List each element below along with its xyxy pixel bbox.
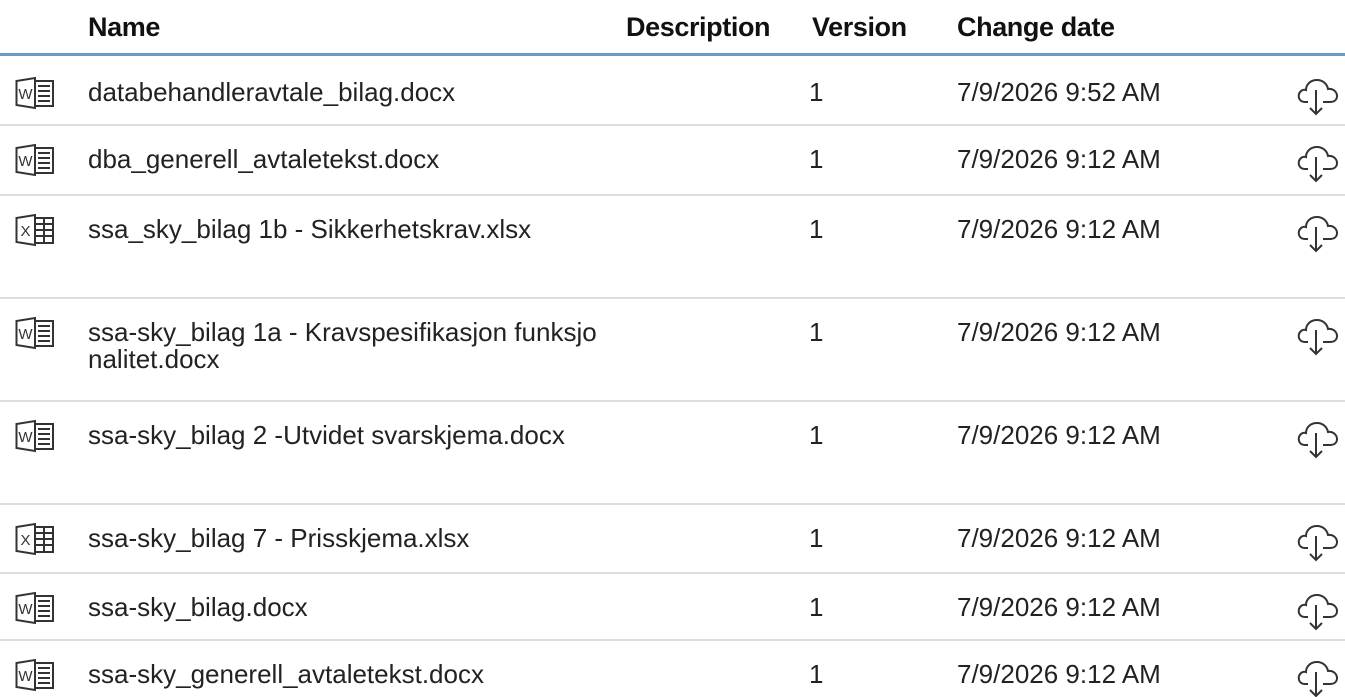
version-value: 1 xyxy=(809,317,824,347)
file-name-link[interactable]: ssa-sky_bilag.docx xyxy=(88,594,608,621)
column-header-name[interactable]: Name xyxy=(88,12,160,43)
column-header-version[interactable]: Version xyxy=(812,12,907,43)
svg-text:W: W xyxy=(18,326,33,343)
version-value: 1 xyxy=(809,77,824,107)
table-row[interactable]: W ssa-sky_bilag 1a - Kravspesifikasjon f… xyxy=(0,299,1345,402)
word-icon: W xyxy=(15,143,67,177)
change-date-value: 7/9/2026 9:52 AM xyxy=(957,77,1161,107)
cloud-download-icon[interactable] xyxy=(1296,76,1340,118)
cloud-download-icon[interactable] xyxy=(1296,419,1340,461)
svg-text:W: W xyxy=(18,668,33,685)
table-row[interactable]: W ssa-sky_generell_avtaletekst.docx 1 7/9/… xyxy=(0,641,1345,697)
version-value: 1 xyxy=(809,420,824,450)
svg-text:X: X xyxy=(20,223,30,240)
column-header-change-date[interactable]: Change date xyxy=(957,12,1115,43)
change-date-value: 7/9/2026 9:12 AM xyxy=(957,523,1161,553)
excel-icon: X xyxy=(15,213,67,247)
cloud-download-icon[interactable] xyxy=(1296,591,1340,633)
svg-text:W: W xyxy=(18,86,33,103)
table-row[interactable]: W ssa-sky_bilag.docx 1 7/9/2026 9:12 AM xyxy=(0,574,1345,641)
file-name-link[interactable]: ssa_sky_bilag 1b - Sikkerhetskrav.xlsx xyxy=(88,216,608,243)
column-header-description[interactable]: Description xyxy=(626,12,771,43)
excel-icon: X xyxy=(15,522,67,556)
svg-text:W: W xyxy=(18,429,33,446)
change-date-value: 7/9/2026 9:12 AM xyxy=(957,144,1161,174)
file-name-link[interactable]: ssa-sky_bilag 2 -Utvidet svarskjema.docx xyxy=(88,422,608,449)
cloud-download-icon[interactable] xyxy=(1296,522,1340,564)
word-icon: W xyxy=(15,316,67,350)
change-date-value: 7/9/2026 9:12 AM xyxy=(957,420,1161,450)
word-icon: W xyxy=(15,658,67,692)
change-date-value: 7/9/2026 9:12 AM xyxy=(957,214,1161,244)
version-value: 1 xyxy=(809,144,824,174)
version-value: 1 xyxy=(809,214,824,244)
cloud-download-icon[interactable] xyxy=(1296,213,1340,255)
word-icon: W xyxy=(15,419,67,453)
table-header: Name Description Version Change date xyxy=(0,0,1345,56)
svg-text:W: W xyxy=(18,153,33,170)
change-date-value: 7/9/2026 9:12 AM xyxy=(957,592,1161,622)
table-row[interactable]: W dba_generell_avtaletekst.docx 1 7/9/2026… xyxy=(0,126,1345,196)
file-name-link[interactable]: ssa-sky_bilag 7 - Prisskjema.xlsx xyxy=(88,525,608,552)
table-row[interactable]: W ssa-sky_bilag 2 -Utvidet svarskjema.do… xyxy=(0,402,1345,505)
cloud-download-icon[interactable] xyxy=(1296,143,1340,185)
word-icon: W xyxy=(15,76,67,110)
cloud-download-icon[interactable] xyxy=(1296,658,1340,697)
version-value: 1 xyxy=(809,523,824,553)
version-value: 1 xyxy=(809,659,824,689)
table-row[interactable]: X ssa_sky_bilag 1b - Sikkerhetskrav.xlsx… xyxy=(0,196,1345,299)
file-name-link[interactable]: ssa-sky_bilag 1a - Kravspesifikasjon fun… xyxy=(88,319,608,373)
cloud-download-icon[interactable] xyxy=(1296,316,1340,358)
file-name-link[interactable]: dba_generell_avtaletekst.docx xyxy=(88,146,608,173)
svg-text:W: W xyxy=(18,601,33,618)
table-row[interactable]: W databehandleravtale_bilag.docx 1 7/9/202… xyxy=(0,59,1345,126)
svg-text:X: X xyxy=(20,532,30,549)
change-date-value: 7/9/2026 9:12 AM xyxy=(957,659,1161,689)
file-name-link[interactable]: ssa-sky_generell_avtaletekst.docx xyxy=(88,661,608,688)
word-icon: W xyxy=(15,591,67,625)
version-value: 1 xyxy=(809,592,824,622)
change-date-value: 7/9/2026 9:12 AM xyxy=(957,317,1161,347)
file-list-page: Name Description Version Change date W d… xyxy=(0,0,1345,697)
file-name-link[interactable]: databehandleravtale_bilag.docx xyxy=(88,79,608,106)
table-row[interactable]: X ssa-sky_bilag 7 - Prisskjema.xlsx 1 7/9/… xyxy=(0,505,1345,574)
